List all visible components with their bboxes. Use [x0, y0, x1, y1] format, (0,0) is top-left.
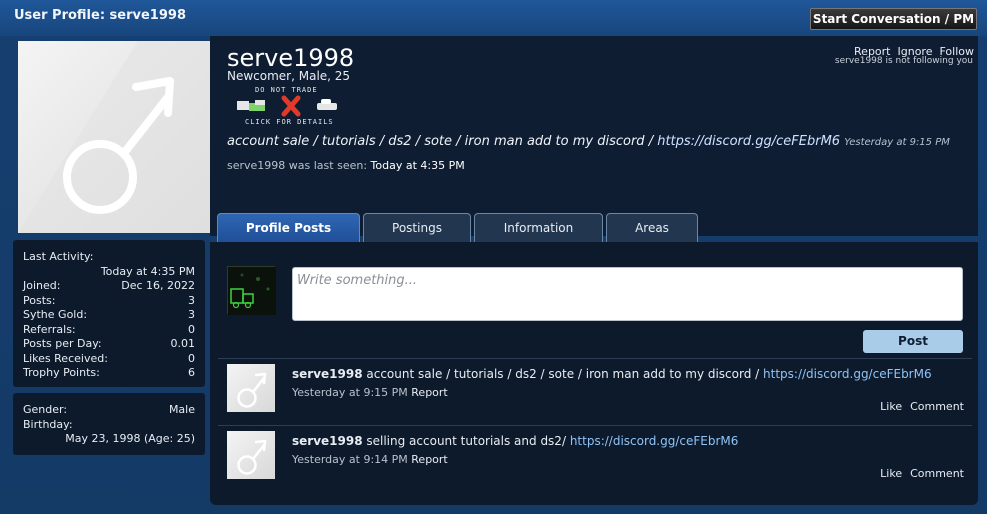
post-meta: Yesterday at 9:14 PM Report: [292, 453, 448, 466]
stat-row: Referrals: 0: [23, 322, 195, 336]
post-actions: Like Comment: [872, 400, 964, 413]
profile-username: serve1998: [227, 44, 355, 72]
status-time[interactable]: Yesterday at 9:15 PM: [844, 137, 950, 148]
last-activity-label: Last Activity:: [23, 250, 94, 263]
gender-label: Gender:: [23, 403, 68, 416]
post-report-link[interactable]: Report: [411, 453, 447, 466]
like-link[interactable]: Like: [880, 467, 902, 480]
post-discord-link[interactable]: https://discord.gg/ceFEbrM6: [763, 367, 932, 381]
male-symbol-icon: [18, 41, 210, 233]
male-symbol-icon: [237, 439, 267, 475]
stat-row: Joined: Dec 16, 2022: [23, 279, 195, 292]
tab-profile-posts[interactable]: Profile Posts: [217, 213, 360, 243]
male-symbol-icon: [237, 372, 267, 408]
comment-link[interactable]: Comment: [910, 400, 964, 413]
handshake-cross-icon: [237, 95, 337, 117]
post-author-name[interactable]: serve1998: [292, 367, 363, 381]
post-body: selling account tutorials and ds2/: [362, 434, 570, 448]
post-time[interactable]: Yesterday at 9:14 PM: [292, 453, 408, 466]
last-activity-value: Today at 4:35 PM: [100, 264, 195, 278]
current-user-avatar[interactable]: [227, 266, 276, 315]
comment-link[interactable]: Comment: [910, 467, 964, 480]
stat-row: Posts: 3: [23, 293, 195, 307]
post-discord-link[interactable]: https://discord.gg/ceFEbrM6: [570, 434, 739, 448]
page-title: User Profile: serve1998: [14, 8, 186, 23]
profile-post-item: serve1998 account sale / tutorials / ds2…: [210, 364, 978, 432]
profile-post-input[interactable]: Write something...: [292, 267, 963, 321]
do-not-trade-badge[interactable]: DO NOT TRADE CLICK FOR DETAILS: [235, 86, 345, 126]
info-panel: Gender: Male Birthday: May 23, 1998 (Age:…: [13, 393, 205, 455]
post-actions: Like Comment: [872, 467, 964, 480]
like-link[interactable]: Like: [880, 400, 902, 413]
post-meta: Yesterday at 9:15 PM Report: [292, 386, 448, 399]
post-button[interactable]: Post: [863, 330, 963, 353]
post-text: serve1998 selling account tutorials and …: [292, 434, 738, 448]
last-seen: serve1998 was last seen: Today at 4:35 P…: [227, 159, 465, 172]
last-seen-value: Today at 4:35 PM: [370, 159, 465, 172]
truck-avatar-icon: [228, 267, 276, 315]
gender-value: Male: [168, 403, 195, 416]
start-conversation-button[interactable]: Start Conversation / PM: [810, 8, 977, 30]
stat-row: Sythe Gold: 3: [23, 308, 195, 321]
profile-user-title: Newcomer, Male, 25: [227, 69, 351, 83]
post-body: account sale / tutorials / ds2 / sote / …: [362, 367, 764, 381]
trade-warning-text: DO NOT TRADE: [255, 86, 318, 94]
post-divider: [218, 425, 972, 426]
stat-row: Trophy Points: 6: [23, 366, 195, 379]
stat-row: Posts per Day: 0.01: [23, 337, 195, 350]
status-message: account sale / tutorials / ds2 / sote / …: [227, 134, 950, 149]
birthday-label: Birthday:: [23, 417, 73, 431]
status-text: account sale / tutorials / ds2 / sote / …: [227, 134, 658, 149]
profile-post-item: serve1998 selling account tutorials and …: [210, 431, 978, 499]
post-text: serve1998 account sale / tutorials / ds2…: [292, 367, 932, 381]
trade-details-text: CLICK FOR DETAILS: [245, 118, 334, 126]
birthday-value: May 23, 1998 (Age: 25): [65, 432, 195, 445]
stat-row: Likes Received: 0: [23, 351, 195, 365]
last-seen-label: serve1998 was last seen:: [227, 159, 368, 172]
post-author-avatar[interactable]: [227, 364, 275, 412]
status-discord-link[interactable]: https://discord.gg/ceFEbrM6: [657, 134, 840, 149]
post-report-link[interactable]: Report: [411, 386, 447, 399]
follow-status: serve1998 is not following you: [834, 56, 973, 66]
profile-avatar[interactable]: [18, 41, 210, 233]
tab-postings[interactable]: Postings: [363, 213, 471, 243]
post-author-name[interactable]: serve1998: [292, 434, 363, 448]
post-time[interactable]: Yesterday at 9:15 PM: [292, 386, 408, 399]
tab-information[interactable]: Information: [474, 213, 603, 243]
tab-areas[interactable]: Areas: [606, 213, 698, 243]
post-divider: [218, 358, 972, 359]
post-author-avatar[interactable]: [227, 431, 275, 479]
stats-panel: Last Activity: Today at 4:35 PM Joined: D…: [13, 240, 205, 387]
